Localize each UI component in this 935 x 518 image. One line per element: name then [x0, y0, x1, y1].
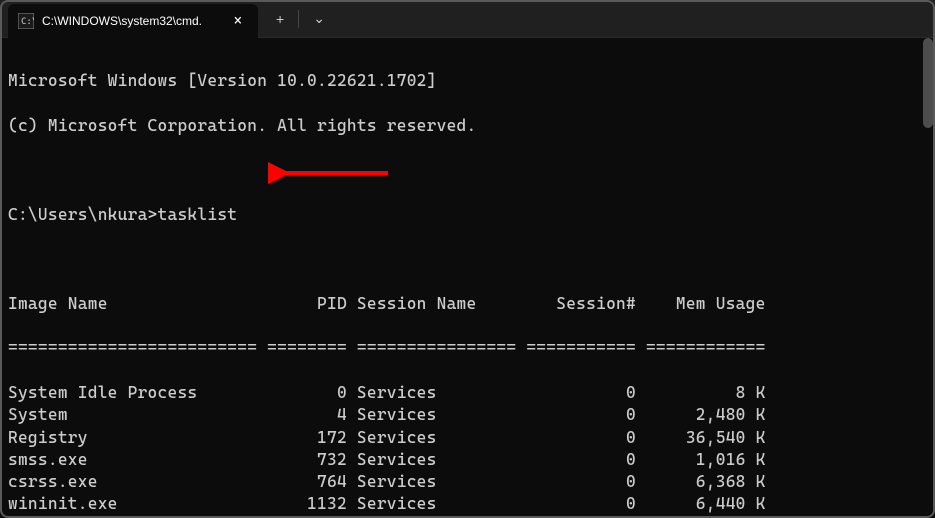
tasklist-header: Image Name PID Session Name Session# Mem… — [8, 293, 927, 315]
tasklist-separator: ========================= ======== =====… — [8, 337, 927, 359]
blank-line — [8, 159, 927, 181]
svg-text:C:\: C:\ — [21, 17, 34, 27]
tasklist-row: csrss.exe 764 Services 0 6,368 K — [8, 471, 927, 493]
tab-dropdown-button[interactable]: ⌄ — [303, 6, 335, 31]
close-tab-button[interactable]: × — [228, 11, 248, 31]
blank-line — [8, 248, 927, 270]
tasklist-row: wininit.exe 1132 Services 0 6,440 K — [8, 493, 927, 515]
prompt-line: C:\Users\nkura>tasklist — [8, 204, 927, 226]
tasklist-row: System Idle Process 0 Services 0 8 K — [8, 382, 927, 404]
tasklist-row: smss.exe 732 Services 0 1,016 K — [8, 449, 927, 471]
new-tab-button[interactable]: + — [266, 7, 294, 31]
titlebar: C:\ C:\WINDOWS\system32\cmd. × + ⌄ — [0, 0, 935, 38]
scrollbar-thumb[interactable] — [923, 38, 933, 128]
banner-line: Microsoft Windows [Version 10.0.22621.17… — [8, 70, 927, 92]
tasklist-row: System 4 Services 0 2,480 K — [8, 404, 927, 426]
tab-divider — [298, 10, 299, 28]
banner-line: (c) Microsoft Corporation. All rights re… — [8, 115, 927, 137]
terminal-output[interactable]: Microsoft Windows [Version 10.0.22621.17… — [0, 38, 935, 518]
active-tab[interactable]: C:\ C:\WINDOWS\system32\cmd. × — [8, 4, 258, 38]
tab-title: C:\WINDOWS\system32\cmd. — [42, 14, 228, 28]
cmd-icon: C:\ — [18, 13, 34, 29]
tasklist-row: Registry 172 Services 0 36,540 K — [8, 427, 927, 449]
tab-controls: + ⌄ — [266, 6, 335, 31]
scrollbar[interactable] — [921, 38, 933, 518]
